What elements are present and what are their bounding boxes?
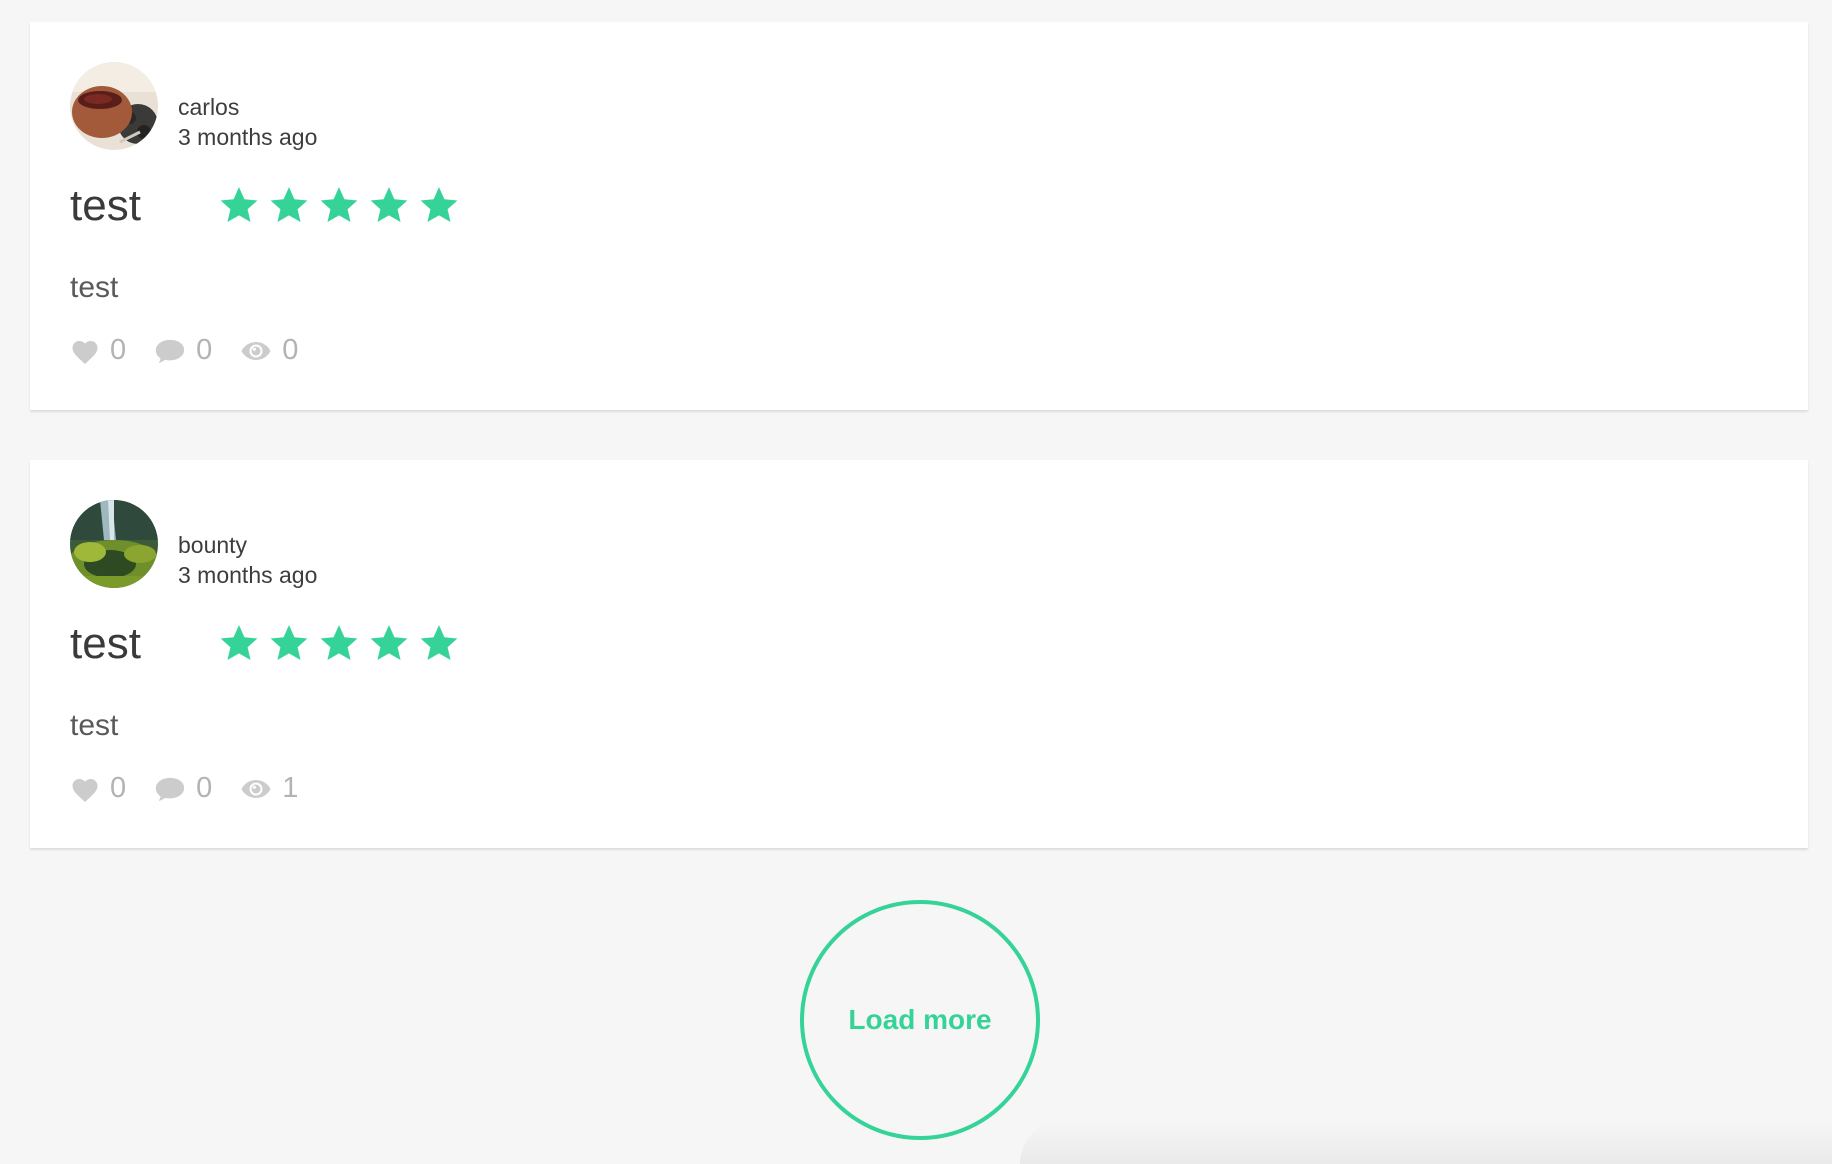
like-stat[interactable]: 0: [70, 334, 126, 367]
avatar[interactable]: [70, 62, 158, 150]
star-icon: [270, 187, 308, 222]
load-more-button[interactable]: Load more: [800, 900, 1040, 1140]
review-body: test: [70, 271, 119, 304]
star-icon: [220, 187, 258, 222]
star-icon: [320, 625, 358, 660]
star-icon: [370, 187, 408, 222]
author-name[interactable]: carlos: [178, 92, 239, 122]
review-title: test: [70, 619, 141, 668]
review-stats: 0 0 0: [70, 334, 326, 367]
like-count: 0: [110, 772, 127, 804]
timestamp: 3 months ago: [178, 562, 318, 588]
view-stat: 0: [240, 334, 298, 367]
star-icon: [420, 187, 458, 222]
comment-count: 0: [196, 334, 213, 366]
like-count: 0: [110, 334, 127, 366]
eye-icon: [241, 341, 271, 360]
comment-count: 0: [196, 772, 213, 804]
timestamp: 3 months ago: [178, 124, 318, 150]
review-title: test: [70, 181, 141, 230]
comment-icon: [155, 339, 185, 363]
heart-icon: [72, 778, 98, 802]
review-stats: 0 0 1: [70, 772, 326, 805]
review-body: test: [70, 709, 119, 742]
comment-stat[interactable]: 0: [154, 772, 212, 805]
author-name[interactable]: bounty: [178, 530, 247, 560]
avatar-photo-tea-cup: [70, 62, 158, 150]
review-card: carlos 3 months ago test test 0 0 0: [30, 22, 1808, 410]
avatar[interactable]: [70, 500, 158, 588]
star-icon: [320, 187, 358, 222]
review-card: bounty 3 months ago test test 0 0 1: [30, 460, 1808, 848]
star-icon: [270, 625, 308, 660]
view-count: 0: [282, 334, 299, 366]
star-icon: [220, 625, 258, 660]
bottom-shadow-overlay: [1020, 1120, 1832, 1164]
star-icon: [370, 625, 408, 660]
star-rating: [218, 622, 460, 664]
comment-icon: [155, 777, 185, 801]
heart-icon: [72, 340, 98, 364]
like-stat[interactable]: 0: [70, 772, 126, 805]
view-stat: 1: [240, 772, 298, 805]
view-count: 1: [282, 772, 299, 804]
comment-stat[interactable]: 0: [154, 334, 212, 367]
star-icon: [420, 625, 458, 660]
avatar-photo-landscape: [70, 500, 158, 588]
star-rating: [218, 184, 460, 226]
eye-icon: [241, 779, 271, 798]
